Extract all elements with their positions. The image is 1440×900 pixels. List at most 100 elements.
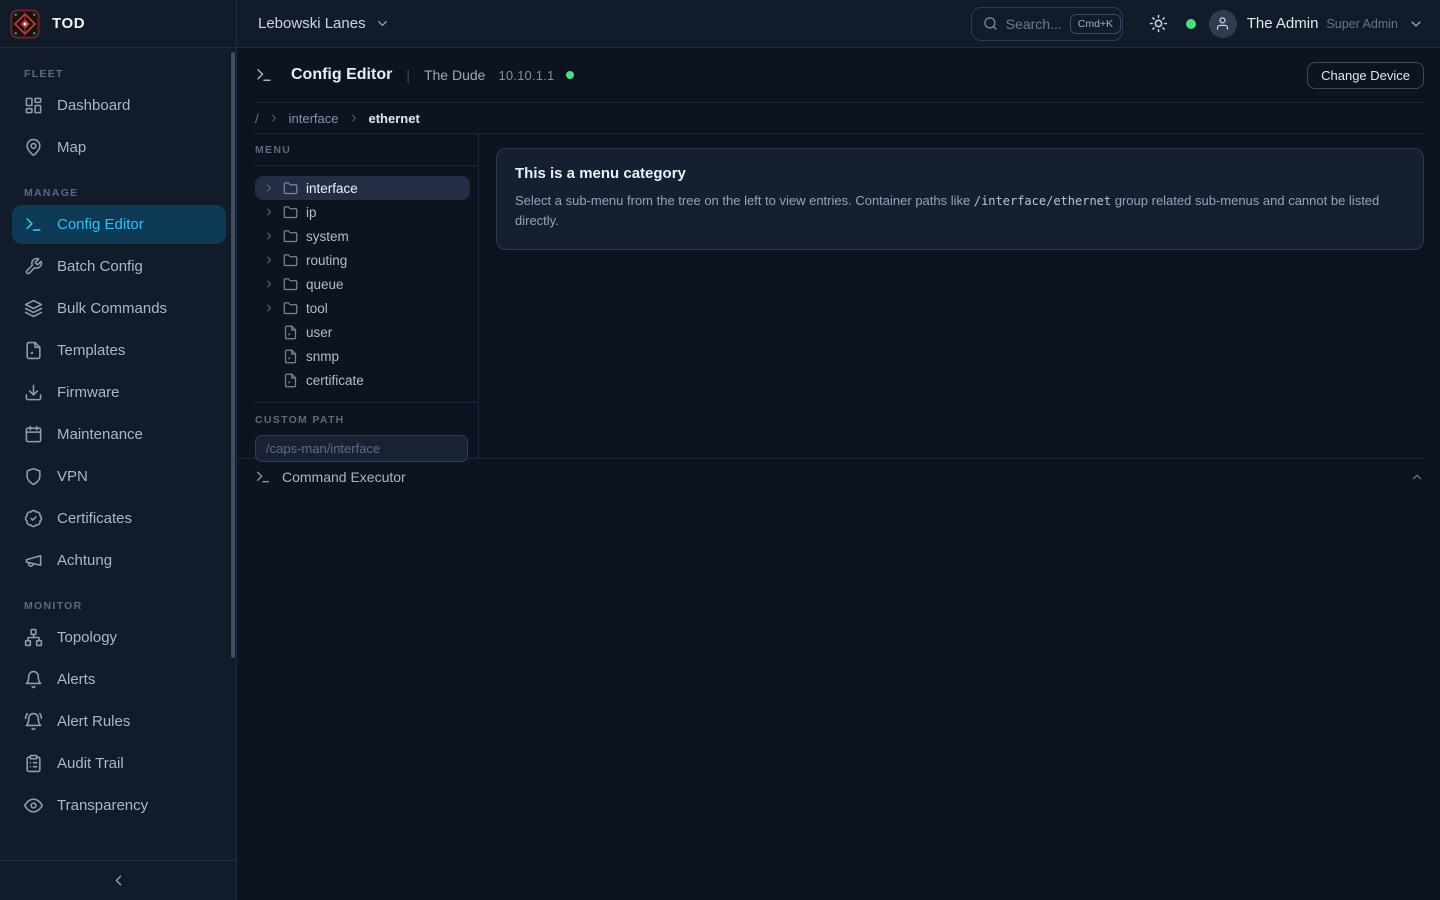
folder-icon [283,181,298,196]
sidebar-item-label: VPN [57,468,88,485]
sidebar-item-label: Firmware [57,384,120,401]
sidebar-item-transparency[interactable]: Transparency [12,786,226,825]
user-name: The Admin [1247,15,1319,32]
tree-item-certificate[interactable]: certificate [255,368,470,392]
search-shortcut-kbd: Cmd+K [1070,14,1121,34]
tree-item-ip[interactable]: ip [255,200,470,224]
sidebar-scrollbar[interactable] [231,52,235,658]
topbar: TOD Lebowski Lanes Search... Cmd+K The A… [0,0,1440,48]
eye-icon [24,796,43,815]
breadcrumb-current: ethernet [369,111,420,126]
command-executor-label: Command Executor [282,469,406,485]
breadcrumb: / interface ethernet [255,103,1424,134]
header-divider: | [406,67,410,83]
folder-icon [283,277,298,292]
chevron-right-icon [348,112,360,124]
search-icon [983,16,998,31]
breadcrumb-parent[interactable]: interface [289,111,339,126]
main-content: Config Editor | The Dude 10.10.1.1 Chang… [237,48,1440,900]
tree-item-tool[interactable]: tool [255,296,470,320]
device-ip: 10.10.1.1 [498,68,554,83]
sidebar-item-alerts[interactable]: Alerts [12,660,226,699]
theme-toggle-sun-icon[interactable] [1149,14,1168,33]
change-device-button[interactable]: Change Device [1307,62,1424,89]
brand-name: TOD [52,15,85,32]
tree-item-interface[interactable]: interface [255,176,470,200]
file-icon [24,341,43,360]
sidebar-item-map[interactable]: Map [12,128,226,167]
page-header: Config Editor | The Dude 10.10.1.1 Chang… [255,48,1424,103]
sidebar-item-label: Config Editor [57,216,144,233]
user-icon [1215,16,1230,31]
sidebar-item-label: Audit Trail [57,755,124,772]
sidebar-item-label: Alert Rules [57,713,130,730]
chevron-right-icon [263,254,275,266]
sidebar-section-label: MONITOR [24,600,226,612]
menu-panel-label: MENU [255,134,478,166]
connection-status-dot [1186,19,1196,29]
folder-icon [283,301,298,316]
file-icon [283,349,298,364]
menu-tree: interface ip system routing queue tool user snm… [255,166,478,402]
org-switcher[interactable]: Lebowski Lanes [258,15,390,32]
sidebar-item-vpn[interactable]: VPN [12,457,226,496]
file-icon [283,373,298,388]
sidebar-item-alert-rules[interactable]: Alert Rules [12,702,226,741]
sidebar-item-bulk-commands[interactable]: Bulk Commands [12,289,226,328]
download-icon [24,383,43,402]
bell-icon [24,670,43,689]
tree-item-system[interactable]: system [255,224,470,248]
command-executor-section: Command Executor [237,458,1424,494]
avatar[interactable] [1209,10,1237,38]
breadcrumb-root[interactable]: / [255,111,259,126]
tree-item-snmp[interactable]: snmp [255,344,470,368]
search-input[interactable]: Search... Cmd+K [971,7,1123,41]
sidebar-item-templates[interactable]: Templates [12,331,226,370]
tree-item-queue[interactable]: queue [255,272,470,296]
command-executor-toggle[interactable]: Command Executor [237,459,1424,494]
sidebar-item-label: Alerts [57,671,95,688]
menu-panel: MENU interface ip system routing queue tool us… [237,134,479,458]
caret-spacer [263,350,275,362]
terminal-icon [255,469,271,485]
tree-item-label: system [306,229,349,244]
folder-icon [283,205,298,220]
tree-item-label: ip [306,205,317,220]
sidebar-item-topology[interactable]: Topology [12,618,226,657]
sidebar-item-maintenance[interactable]: Maintenance [12,415,226,454]
tree-item-user[interactable]: user [255,320,470,344]
sidebar-collapse-button[interactable] [110,872,127,889]
card-body-text: Select a sub-menu from the tree on the l… [515,193,974,208]
sidebar-item-firmware[interactable]: Firmware [12,373,226,412]
tree-item-routing[interactable]: routing [255,248,470,272]
brand: TOD [0,0,237,47]
custom-path-input[interactable] [255,435,468,462]
topbar-actions: Search... Cmd+K The Admin Super Admin [971,7,1440,41]
badge-check-icon [24,509,43,528]
sidebar-item-label: Certificates [57,510,132,527]
tree-item-label: interface [306,181,358,196]
chevron-right-icon [268,112,280,124]
sidebar-item-achtung[interactable]: Achtung [12,541,226,580]
chevron-down-icon[interactable] [1408,16,1424,32]
tree-item-label: user [306,325,332,340]
sidebar-item-audit-trail[interactable]: Audit Trail [12,744,226,783]
sidebar-item-config-editor[interactable]: Config Editor [12,205,226,244]
card-body: Select a sub-menu from the tree on the l… [515,191,1405,230]
workspace: MENU interface ip system routing queue tool us… [237,134,1440,458]
search-placeholder: Search... [1006,16,1062,32]
shield-icon [24,467,43,486]
map-pin-icon [24,138,43,157]
tree-item-label: snmp [306,349,339,364]
sidebar-item-batch-config[interactable]: Batch Config [12,247,226,286]
sidebar-item-label: Templates [57,342,125,359]
layers-icon [24,299,43,318]
chevron-right-icon [263,278,275,290]
tree-item-label: queue [306,277,344,292]
custom-path-section: CUSTOM PATH [255,402,478,462]
device-name: The Dude [424,67,485,83]
sidebar-item-certificates[interactable]: Certificates [12,499,226,538]
sidebar-item-dashboard[interactable]: Dashboard [12,86,226,125]
caret-spacer [263,326,275,338]
org-name: Lebowski Lanes [258,15,366,32]
